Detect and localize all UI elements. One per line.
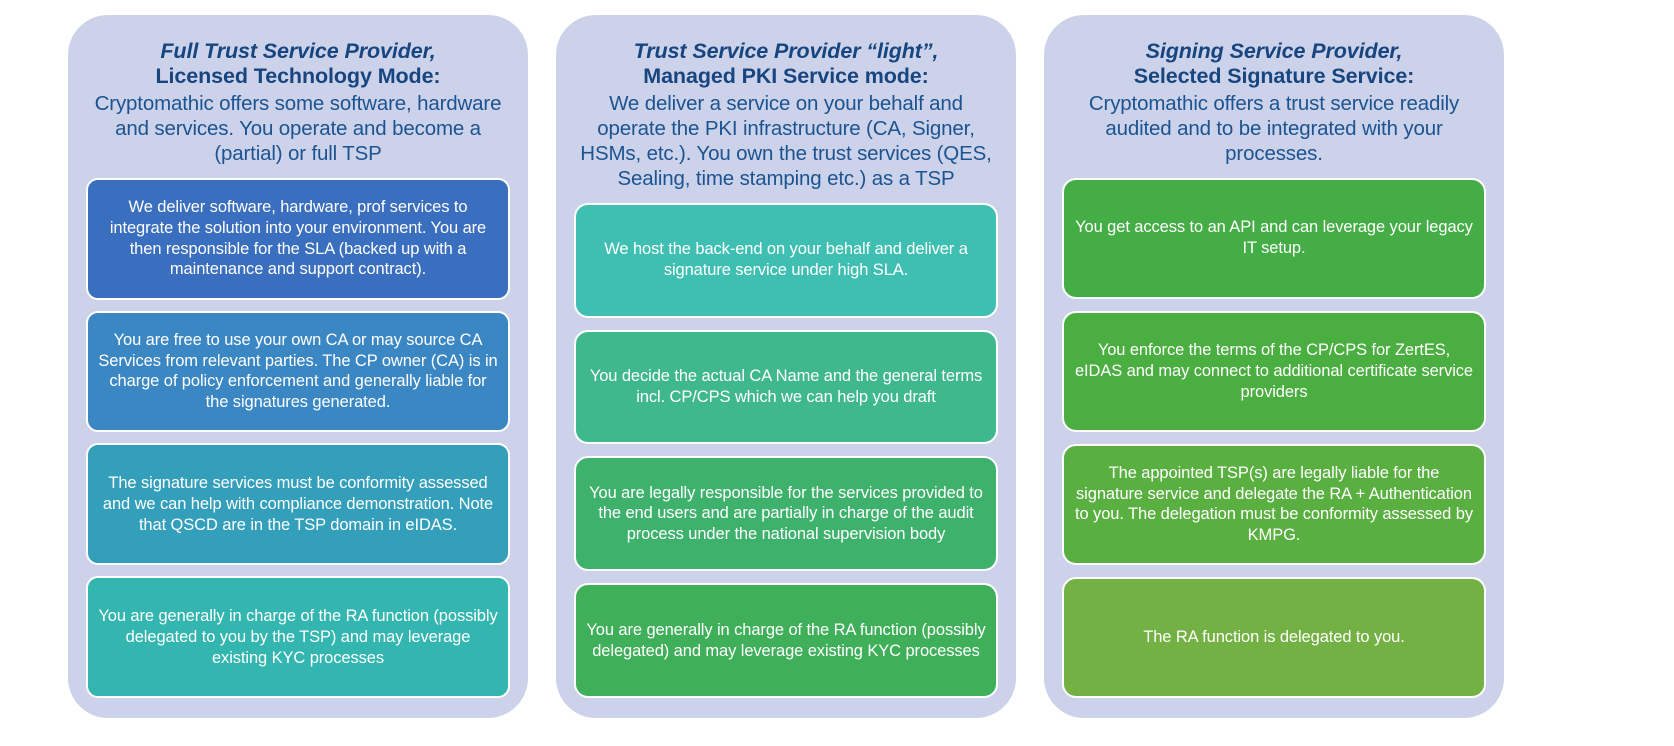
- card-3-2-text: You enforce the terms of the CP/CPS for …: [1074, 341, 1474, 401]
- column-1-cards: We deliver software, hardware, prof serv…: [86, 170, 510, 699]
- card-1-4-text: You are generally in charge of the RA fu…: [98, 606, 498, 667]
- card-3-3-text: The appointed TSP(s) are legally liable …: [1075, 463, 1473, 545]
- column-full-trust-service-provider: Full Trust Service Provider, Licensed Te…: [68, 15, 528, 718]
- card-1-3: The signature services must be conformit…: [86, 443, 510, 566]
- card-2-1-text: We host the back-end on your behalf and …: [604, 240, 968, 280]
- column-3-title-line1: Signing Service Provider,: [1145, 39, 1403, 63]
- column-2-title-line1: Trust Service Provider “light”,: [633, 39, 939, 63]
- card-3-4-text: The RA function is delegated to you.: [1143, 628, 1405, 647]
- card-2-2-text: You decide the actual CA Name and the ge…: [589, 367, 983, 406]
- card-3-1: You get access to an API and can leverag…: [1062, 177, 1486, 299]
- card-3-4: The RA function is delegated to you.: [1062, 576, 1486, 699]
- card-2-1: We host the back-end on your behalf and …: [574, 202, 998, 318]
- column-3-cards: You get access to an API and can leverag…: [1062, 170, 1486, 699]
- card-2-2: You decide the actual CA Name and the ge…: [574, 329, 998, 445]
- card-1-1: We deliver software, hardware, prof serv…: [86, 177, 510, 300]
- column-3-description: Cryptomathic offers a trust service read…: [1088, 91, 1460, 165]
- column-2-header: Trust Service Provider “light”, Managed …: [574, 29, 998, 195]
- card-2-4-text: You are generally in charge of the RA fu…: [586, 620, 986, 660]
- column-trust-service-provider-light: Trust Service Provider “light”, Managed …: [556, 15, 1016, 718]
- card-1-3-text: The signature services must be conformit…: [102, 474, 494, 534]
- card-1-1-text: We deliver software, hardware, prof serv…: [109, 198, 487, 279]
- column-3-title-line2: Selected Signature Service:: [1133, 64, 1415, 89]
- column-1-title-line1: Full Trust Service Provider,: [160, 39, 436, 63]
- card-2-3-text: You are legally responsible for the serv…: [589, 483, 983, 544]
- column-3-header: Signing Service Provider, Selected Signa…: [1062, 29, 1486, 170]
- card-3-2: You enforce the terms of the CP/CPS for …: [1062, 310, 1486, 432]
- column-1-header: Full Trust Service Provider, Licensed Te…: [86, 29, 510, 170]
- card-1-2-text: You are free to use your own CA or may s…: [98, 330, 498, 412]
- column-2-cards: We host the back-end on your behalf and …: [574, 195, 998, 699]
- card-2-3: You are legally responsible for the serv…: [574, 456, 998, 572]
- diagram-board: Full Trust Service Provider, Licensed Te…: [0, 0, 1674, 746]
- card-2-4: You are generally in charge of the RA fu…: [574, 583, 998, 699]
- column-2-description: We deliver a service on your behalf and …: [580, 91, 992, 190]
- column-signing-service-provider: Signing Service Provider, Selected Signa…: [1044, 15, 1504, 718]
- card-1-2: You are free to use your own CA or may s…: [86, 310, 510, 433]
- card-3-1-text: You get access to an API and can leverag…: [1075, 218, 1473, 258]
- column-2-title-line2: Managed PKI Service mode:: [643, 64, 929, 89]
- column-1-title-line2: Licensed Technology Mode:: [155, 64, 441, 89]
- card-1-4: You are generally in charge of the RA fu…: [86, 576, 510, 699]
- card-3-3: The appointed TSP(s) are legally liable …: [1062, 443, 1486, 565]
- column-1-description: Cryptomathic offers some software, hardw…: [94, 91, 502, 165]
